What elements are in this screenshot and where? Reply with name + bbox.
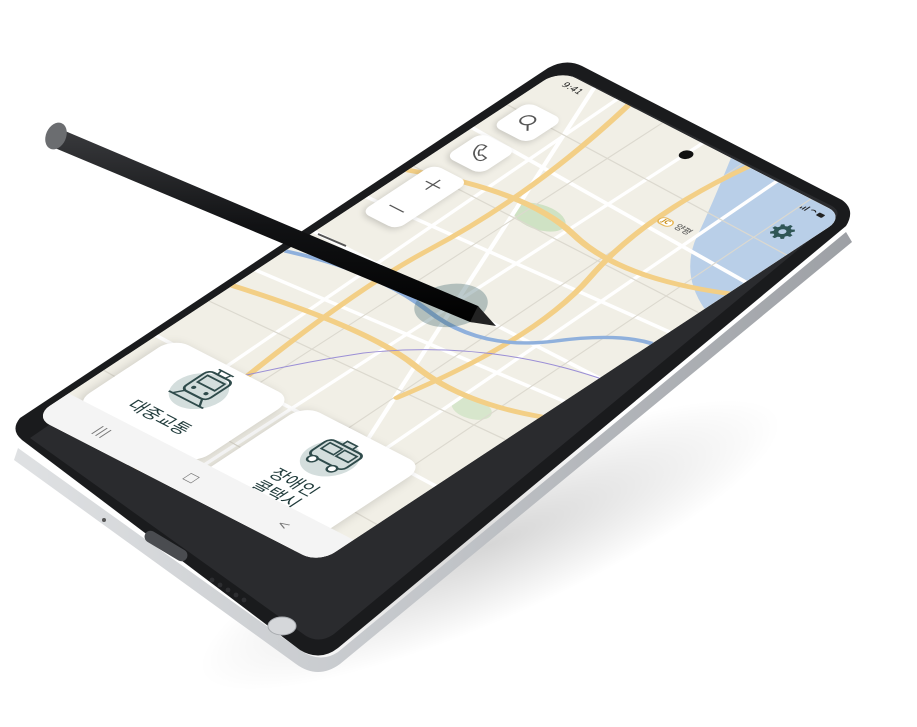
product-scene: 9:41 JC양평 대중교통 장애인 콜택시 ||| □ < bbox=[0, 0, 917, 727]
stylus bbox=[45, 122, 496, 326]
stylus-body bbox=[45, 122, 496, 326]
